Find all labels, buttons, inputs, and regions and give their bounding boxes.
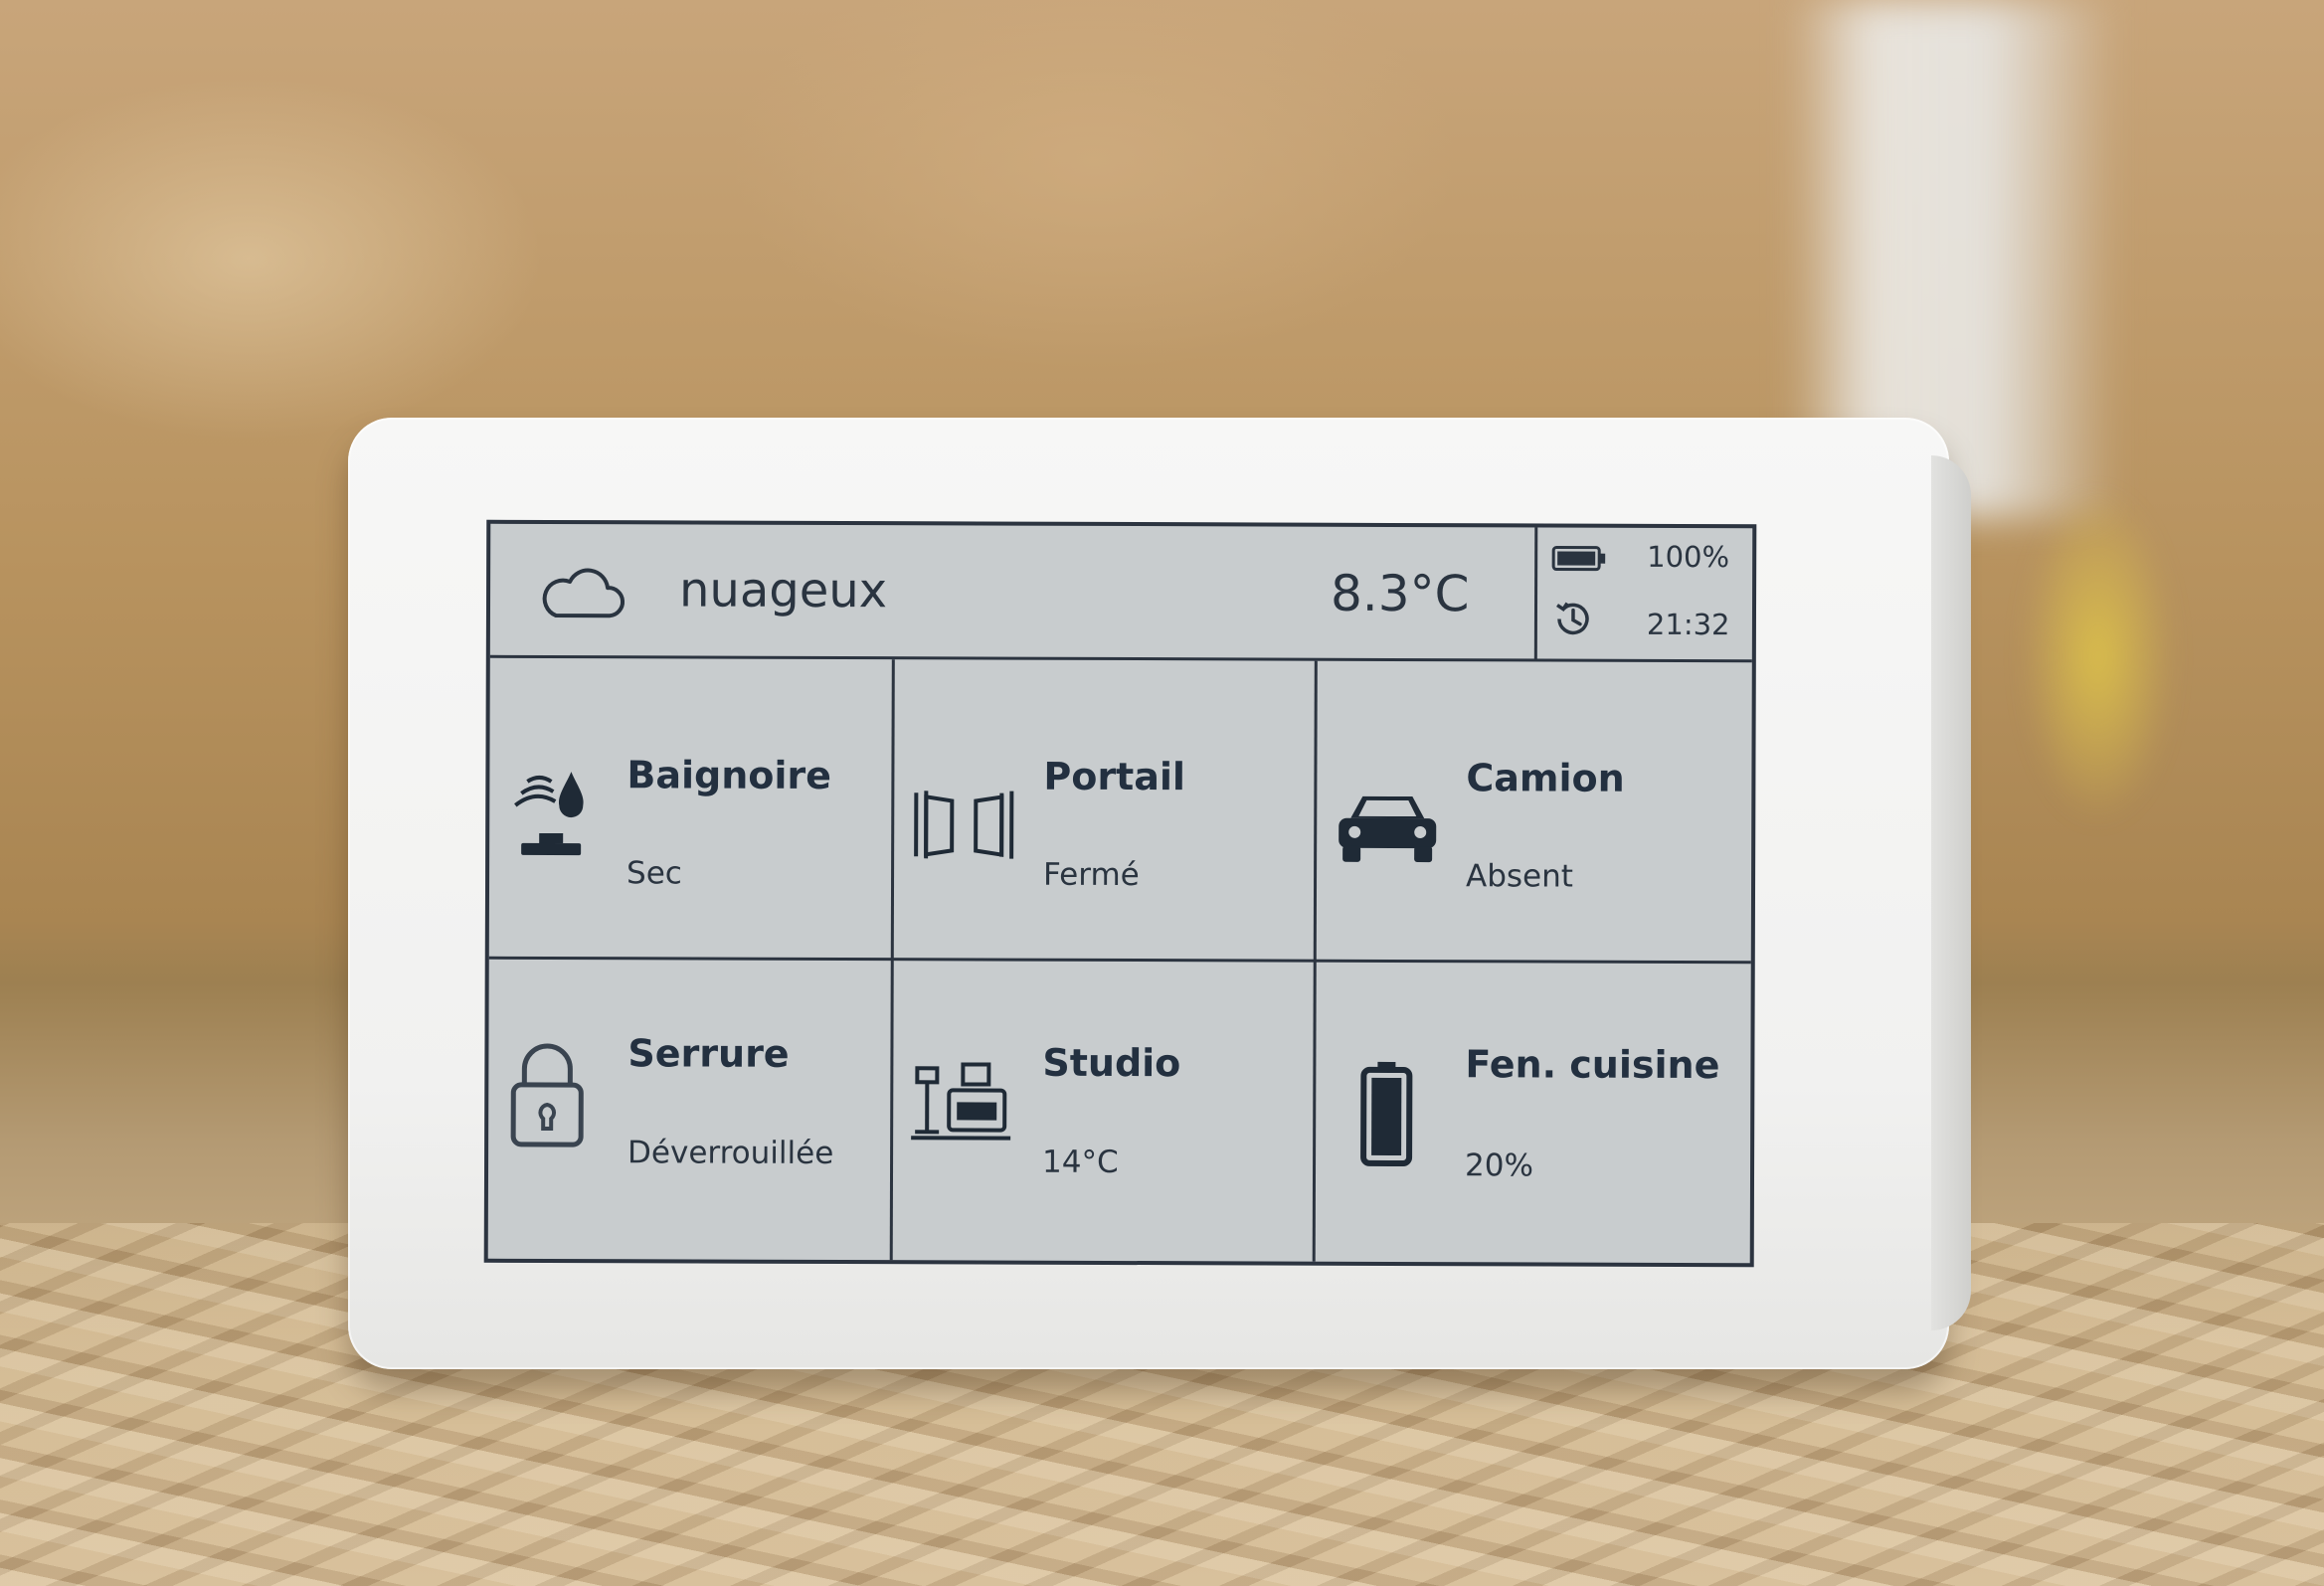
weather-condition: nuageux xyxy=(678,562,888,619)
tile-serrure[interactable]: Serrure Déverrouillée xyxy=(488,960,891,1260)
header-bar: nuageux 8.3°C 100% 21:32 xyxy=(489,523,1753,663)
water-leak-sensor-icon xyxy=(514,772,584,856)
battery-level-icon xyxy=(1360,1061,1413,1166)
studio-room-icon xyxy=(911,1062,1011,1141)
tile-title: Portail xyxy=(1043,754,1186,799)
car-icon xyxy=(1339,795,1437,863)
eink-screen: nuageux 8.3°C 100% 21:32 Baignoire Sec P… xyxy=(483,519,1757,1268)
battery-percentage: 100% xyxy=(1647,539,1730,575)
padlock-icon xyxy=(510,1043,584,1147)
tile-fen-cuisine[interactable]: Fen. cuisine 20% xyxy=(1316,963,1751,1264)
tile-grid: Baignoire Sec Portail Fermé Camion Absen… xyxy=(488,658,1752,1263)
tile-status: 14°C xyxy=(1041,1144,1119,1180)
tile-status: Absent xyxy=(1465,858,1574,895)
device-edge xyxy=(1931,455,1971,1330)
tile-status: Fermé xyxy=(1043,856,1140,894)
tile-title: Studio xyxy=(1042,1040,1181,1086)
battery-icon xyxy=(1551,546,1606,572)
cloud-icon xyxy=(542,568,626,618)
gate-icon xyxy=(914,791,1014,859)
tile-status: 20% xyxy=(1464,1147,1534,1184)
tile-studio[interactable]: Studio 14°C xyxy=(893,961,1314,1261)
tile-status: Sec xyxy=(626,855,682,892)
tile-title: Serrure xyxy=(627,1031,790,1076)
background-blur-yellow xyxy=(1949,428,2247,885)
tile-baignoire[interactable]: Baignoire Sec xyxy=(489,658,892,958)
tile-portail[interactable]: Portail Fermé xyxy=(894,659,1315,959)
tile-title: Fen. cuisine xyxy=(1465,1042,1720,1088)
tile-status: Déverrouillée xyxy=(627,1135,834,1171)
tile-camion[interactable]: Camion Absent xyxy=(1317,661,1752,962)
outdoor-temperature: 8.3°C xyxy=(1330,564,1470,623)
eink-device: nuageux 8.3°C 100% 21:32 Baignoire Sec P… xyxy=(348,418,1971,1369)
status-box: 100% 21:32 xyxy=(1533,527,1753,660)
tile-title: Camion xyxy=(1466,756,1625,800)
last-update-time: 21:32 xyxy=(1646,607,1730,642)
clock-icon xyxy=(1556,602,1589,635)
tile-title: Baignoire xyxy=(626,753,832,797)
